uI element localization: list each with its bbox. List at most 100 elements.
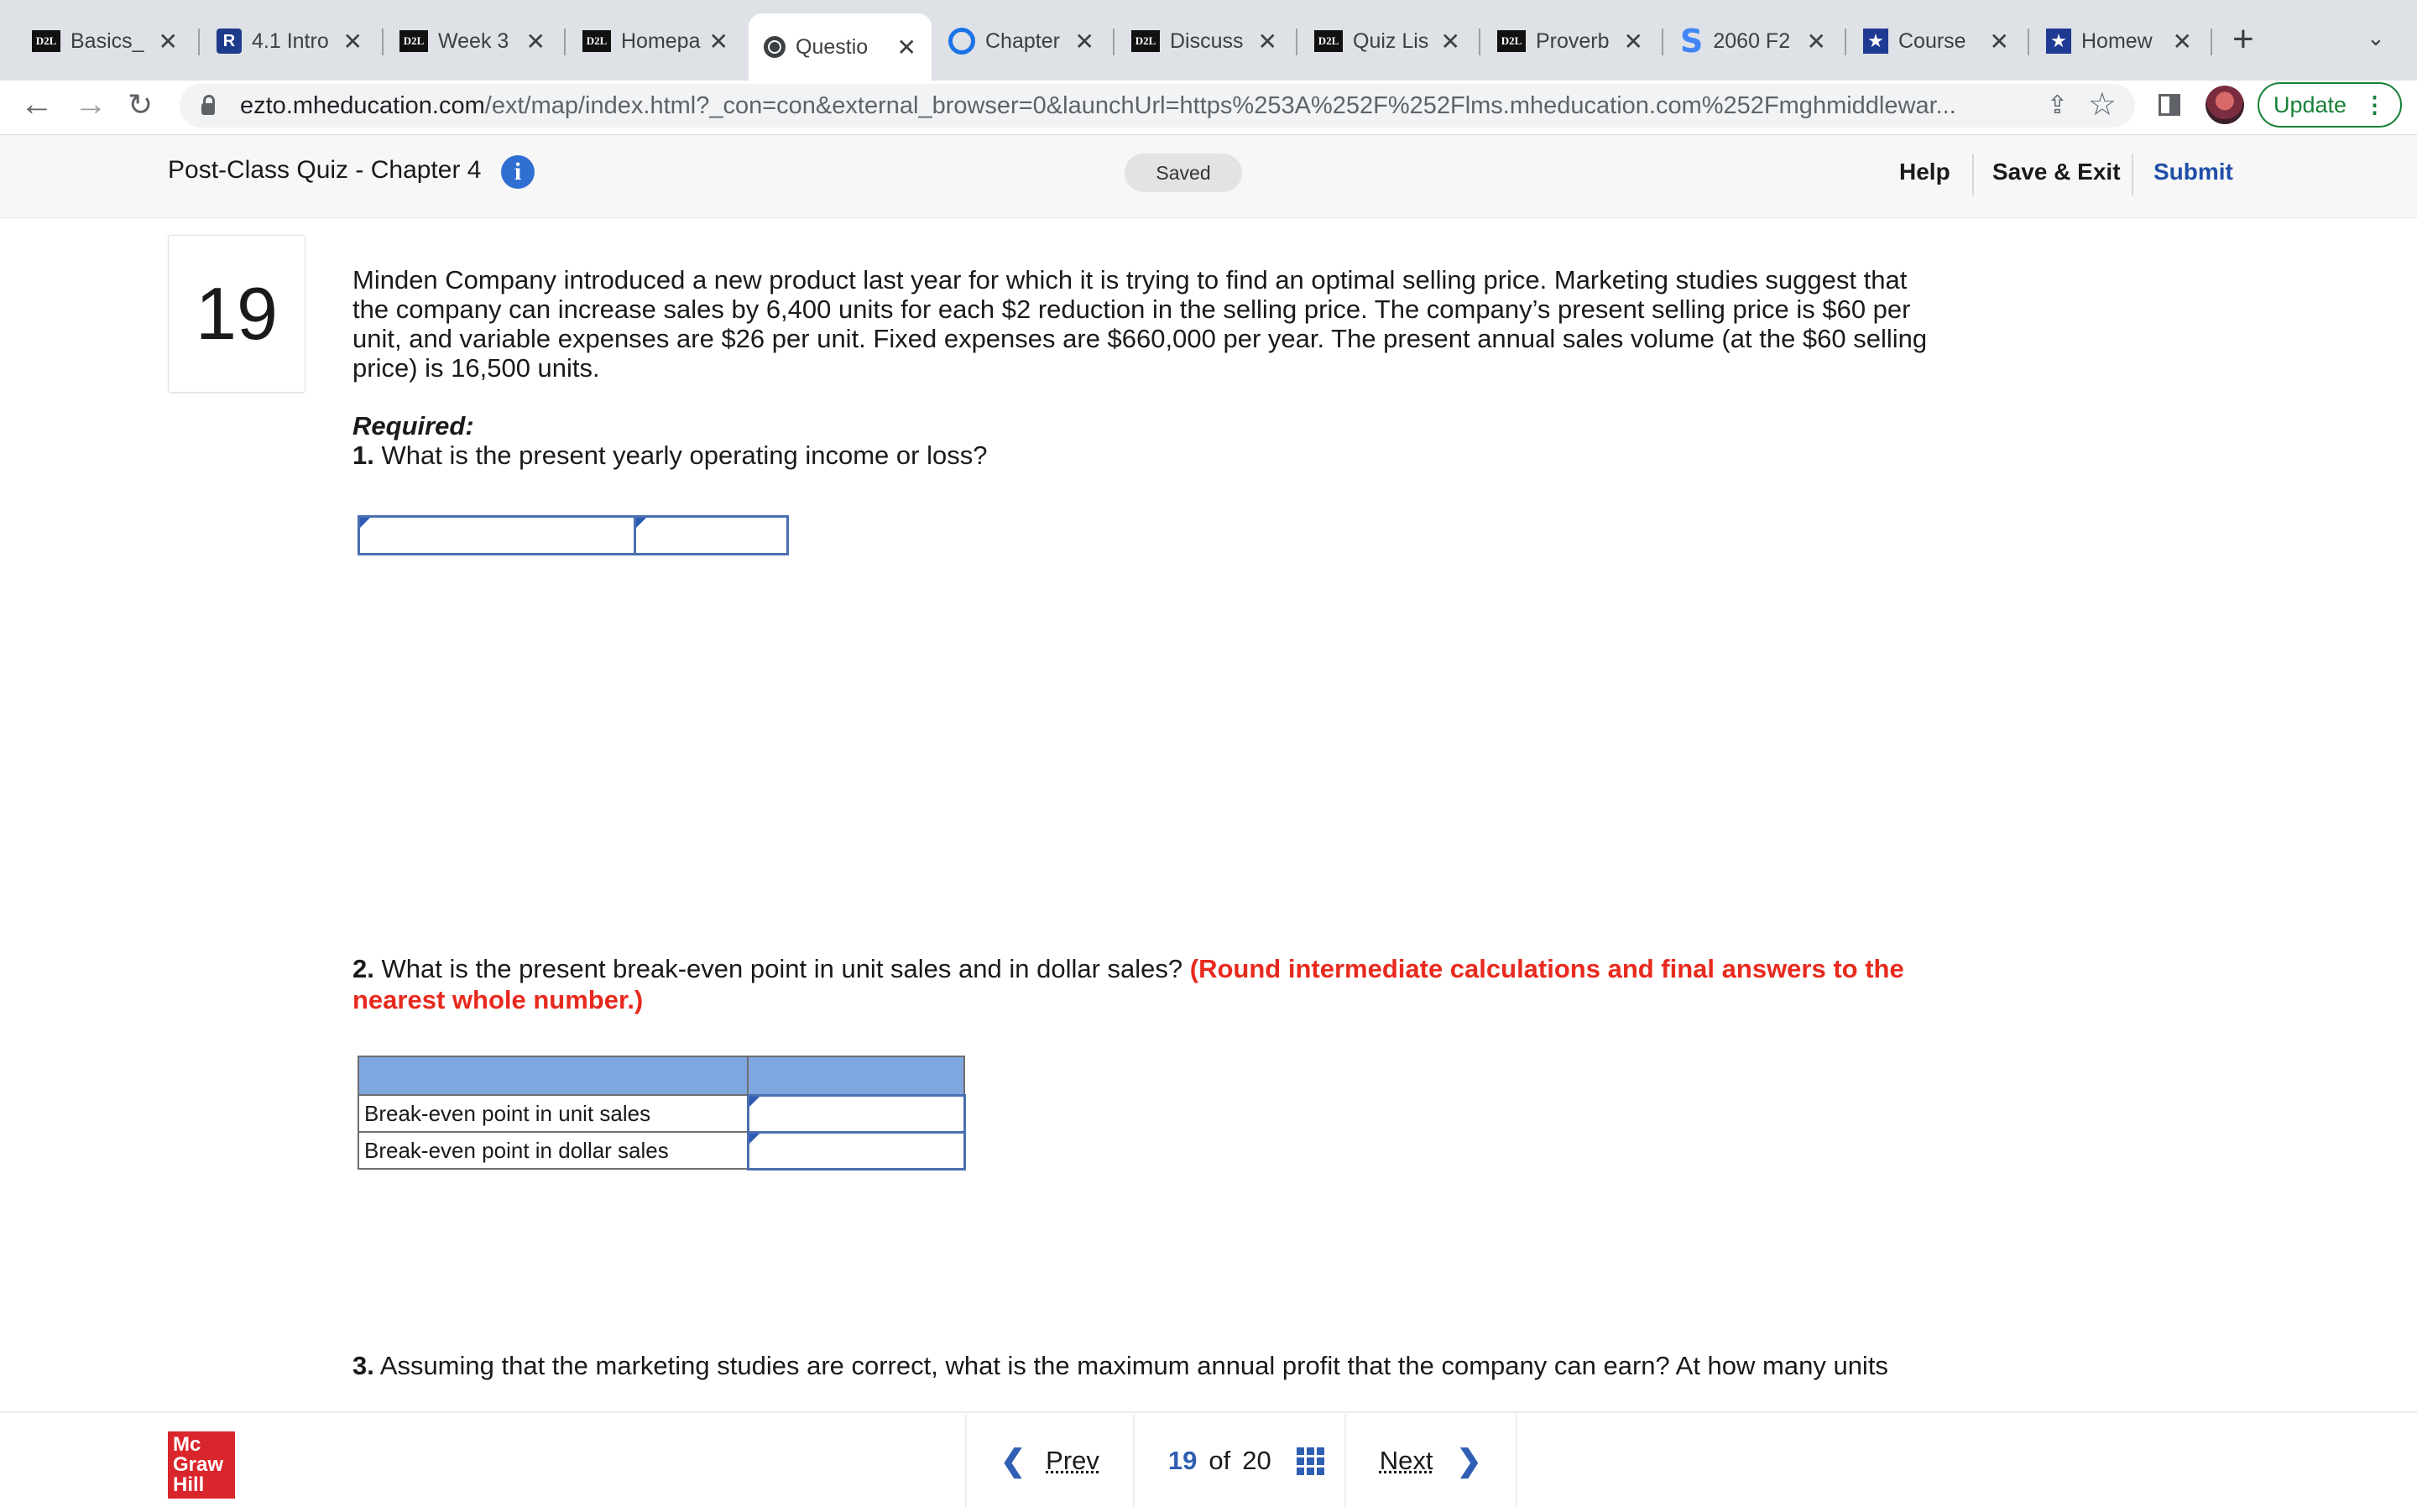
browser-tab-strip: D2L Basics_ ✕ R 4.1 Intro ✕ D2L Week 3 ✕… bbox=[0, 0, 2417, 81]
s-icon: S bbox=[1680, 23, 1704, 60]
close-icon[interactable]: ✕ bbox=[343, 28, 363, 55]
tab-separator bbox=[1479, 29, 1480, 55]
of-label: of bbox=[1208, 1446, 1231, 1475]
quiz-title: Post-Class Quiz - Chapter 4 bbox=[168, 156, 482, 184]
tab-homework[interactable]: ★ Homew ✕ bbox=[2031, 13, 2207, 69]
part1-answer-row bbox=[358, 515, 789, 555]
submit-button[interactable]: Submit bbox=[2153, 159, 2233, 185]
tab-title: Week 3 bbox=[438, 29, 509, 53]
tab-title: Questio bbox=[796, 34, 869, 59]
side-panel-icon[interactable] bbox=[2159, 94, 2180, 116]
info-icon[interactable]: i bbox=[501, 155, 535, 189]
close-icon[interactable]: ✕ bbox=[526, 28, 546, 55]
mcgraw-hill-logo: Mc Graw Hill bbox=[168, 1431, 235, 1499]
part1-text: What is the present yearly operating inc… bbox=[381, 441, 988, 470]
question-body: Minden Company introduced a new product … bbox=[352, 265, 1947, 470]
page-indicator[interactable]: 19 of 20 bbox=[1135, 1446, 1344, 1476]
url-path: /ext/map/index.html?_con=con&external_br… bbox=[484, 91, 1956, 119]
close-icon[interactable]: ✕ bbox=[159, 28, 178, 55]
total-pages: 20 bbox=[1242, 1446, 1271, 1475]
book-icon: R bbox=[217, 29, 242, 54]
part3-prompt: 3. Assuming that the marketing studies a… bbox=[352, 1351, 1947, 1384]
globe-icon bbox=[764, 36, 786, 58]
close-icon[interactable]: ✕ bbox=[897, 34, 916, 61]
tab-separator bbox=[382, 29, 384, 55]
new-tab-icon[interactable]: + bbox=[2232, 18, 2254, 60]
save-exit-button[interactable]: Save & Exit bbox=[1992, 159, 2121, 185]
close-icon[interactable]: ✕ bbox=[1624, 28, 1643, 55]
part2-text: What is the present break-even point in … bbox=[381, 954, 1183, 983]
tab-quiz-list[interactable]: D2L Quiz Lis ✕ bbox=[1299, 13, 1475, 69]
more-vert-icon: ⋮ bbox=[2363, 91, 2387, 117]
profile-avatar[interactable] bbox=[2206, 86, 2244, 124]
tab-4-1-intro[interactable]: R 4.1 Intro ✕ bbox=[201, 13, 378, 69]
update-label: Update bbox=[2273, 91, 2347, 117]
part1-amount-input[interactable] bbox=[636, 515, 789, 555]
forward-arrow-icon[interactable]: → bbox=[74, 86, 107, 123]
tab-2060[interactable]: S 2060 F2 ✕ bbox=[1665, 13, 1841, 69]
table-header-cell bbox=[747, 1056, 965, 1096]
close-icon[interactable]: ✕ bbox=[1441, 28, 1460, 55]
tab-separator bbox=[1662, 29, 1663, 55]
close-icon[interactable]: ✕ bbox=[1990, 28, 2009, 55]
prev-label: Prev bbox=[1046, 1446, 1099, 1475]
part1-prompt: 1. What is the present yearly operating … bbox=[352, 441, 1947, 470]
share-icon[interactable]: ⇪ bbox=[2047, 91, 2068, 120]
update-button[interactable]: Update ⋮ bbox=[2258, 82, 2402, 128]
tab-week-3[interactable]: D2L Week 3 ✕ bbox=[384, 13, 561, 69]
d2l-icon: D2L bbox=[32, 30, 60, 52]
chevron-right-icon: ❯ bbox=[1456, 1443, 1482, 1478]
row-label: Break-even point in dollar sales bbox=[358, 1131, 749, 1170]
breakeven-units-input[interactable] bbox=[746, 1093, 966, 1134]
tab-separator bbox=[1845, 29, 1846, 55]
search-icon bbox=[948, 28, 975, 55]
star-icon: ★ bbox=[1863, 29, 1888, 54]
tab-title: Basics_ bbox=[70, 29, 144, 53]
tab-title: Chapter bbox=[985, 29, 1060, 53]
address-bar[interactable]: ezto.mheducation.com/ext/map/index.html?… bbox=[180, 84, 2135, 128]
chevron-down-icon[interactable]: ⌄ bbox=[2367, 25, 2385, 51]
help-button[interactable]: Help bbox=[1899, 159, 1950, 185]
lock-icon bbox=[201, 95, 215, 115]
close-icon[interactable]: ✕ bbox=[709, 28, 728, 55]
saved-status-badge: Saved bbox=[1125, 154, 1242, 192]
close-icon[interactable]: ✕ bbox=[1807, 28, 1826, 55]
part1-label-input[interactable] bbox=[358, 515, 636, 555]
header-divider bbox=[1972, 154, 1974, 196]
row-label: Break-even point in unit sales bbox=[358, 1094, 749, 1133]
tab-separator bbox=[198, 29, 200, 55]
problem-text: Minden Company introduced a new product … bbox=[352, 265, 1928, 383]
close-icon[interactable]: ✕ bbox=[2173, 28, 2192, 55]
tab-course[interactable]: ★ Course ✕ bbox=[1848, 13, 2024, 69]
nav-divider bbox=[1515, 1415, 1517, 1507]
bookmark-star-icon[interactable]: ☆ bbox=[2088, 86, 2117, 123]
tab-separator bbox=[2211, 29, 2212, 55]
table-header-cell bbox=[358, 1056, 749, 1096]
url-text[interactable]: ezto.mheducation.com/ext/map/index.html?… bbox=[240, 92, 2036, 120]
tab-separator bbox=[1296, 29, 1297, 55]
chevron-left-icon: ❮ bbox=[1000, 1443, 1026, 1478]
tab-title: Homew bbox=[2081, 29, 2153, 53]
tab-basics[interactable]: D2L Basics_ ✕ bbox=[17, 13, 193, 69]
reload-icon[interactable]: ↻ bbox=[128, 87, 153, 123]
header-divider bbox=[2132, 154, 2133, 196]
next-button[interactable]: Next ❯ bbox=[1346, 1443, 1516, 1478]
browser-toolbar: ← → ↻ ezto.mheducation.com/ext/map/index… bbox=[0, 81, 2417, 135]
table-header-row bbox=[358, 1056, 965, 1096]
tab-separator bbox=[1113, 29, 1115, 55]
tab-separator bbox=[2028, 29, 2029, 55]
breakeven-dollars-input[interactable] bbox=[746, 1130, 966, 1170]
tab-discuss[interactable]: D2L Discuss ✕ bbox=[1116, 13, 1292, 69]
tab-homepage[interactable]: D2L Homepa ✕ bbox=[567, 13, 744, 69]
tab-title: Homepa bbox=[621, 29, 701, 53]
tab-chapter[interactable]: Chapter ✕ bbox=[933, 13, 1109, 69]
tab-question-active[interactable]: Questio ✕ bbox=[749, 13, 932, 81]
close-icon[interactable]: ✕ bbox=[1258, 28, 1277, 55]
close-icon[interactable]: ✕ bbox=[1075, 28, 1094, 55]
tab-proverb[interactable]: D2L Proverb ✕ bbox=[1482, 13, 1658, 69]
grid-icon[interactable] bbox=[1296, 1447, 1324, 1475]
prev-button[interactable]: ❮ Prev bbox=[967, 1443, 1133, 1478]
tab-title: Course bbox=[1898, 29, 1966, 53]
d2l-icon: D2L bbox=[1131, 30, 1160, 52]
back-arrow-icon[interactable]: ← bbox=[20, 86, 54, 123]
